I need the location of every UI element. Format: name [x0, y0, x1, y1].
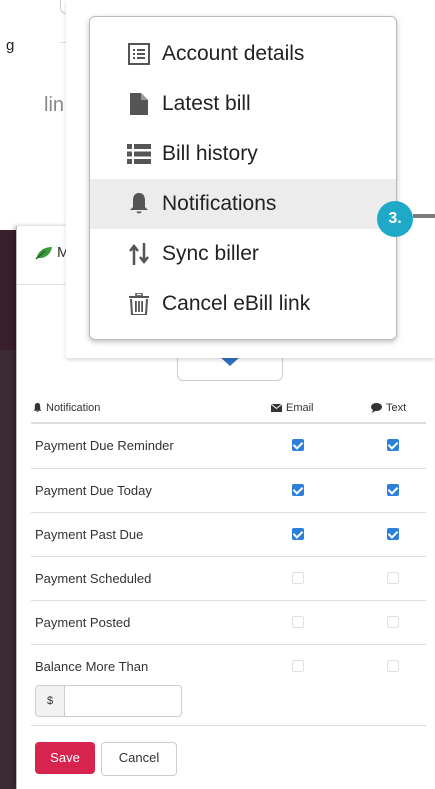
- notification-label: Payment Due Today: [35, 483, 152, 498]
- balance-amount-input[interactable]: [66, 686, 180, 716]
- actions-dropdown-menu: Account details Latest bill Bill history…: [89, 16, 397, 340]
- save-button[interactable]: Save: [35, 742, 95, 774]
- text-checkbox[interactable]: [387, 439, 399, 451]
- text-checkbox[interactable]: [387, 660, 399, 672]
- comment-icon: [371, 403, 382, 413]
- email-checkbox[interactable]: [292, 439, 304, 451]
- notification-label: Payment Scheduled: [35, 571, 152, 586]
- menu-item-label: Bill history: [162, 142, 258, 165]
- email-checkbox[interactable]: [292, 484, 304, 496]
- callout-line: [413, 214, 435, 218]
- document-icon: [122, 92, 156, 116]
- text-checkbox[interactable]: [387, 572, 399, 584]
- table-row: Payment Due Today: [31, 469, 426, 513]
- menu-item-label: Cancel eBill link: [162, 292, 311, 315]
- sort-arrows-icon: [122, 242, 156, 266]
- bell-icon: [122, 192, 156, 216]
- background-text-fragment: g: [6, 37, 15, 54]
- menu-item-label: Account details: [162, 42, 305, 65]
- notification-label: Payment Due Reminder: [35, 438, 174, 453]
- menu-item-account-details[interactable]: Account details: [90, 29, 396, 79]
- envelope-icon: [271, 404, 282, 412]
- table-header: Notification Email Text: [31, 394, 426, 424]
- column-header-notification: Notification: [46, 402, 101, 414]
- menu-item-label: Sync biller: [162, 242, 259, 265]
- menu-item-sync-biller[interactable]: Sync biller: [90, 229, 396, 279]
- list-alt-icon: [122, 42, 156, 66]
- text-checkbox[interactable]: [387, 484, 399, 496]
- table-row: Payment Scheduled: [31, 557, 426, 601]
- table-row: Payment Past Due: [31, 513, 426, 557]
- step-badge: 3.: [377, 201, 413, 237]
- email-checkbox[interactable]: [292, 572, 304, 584]
- email-checkbox[interactable]: [292, 528, 304, 540]
- text-checkbox[interactable]: [387, 528, 399, 540]
- menu-item-cancel-ebill-link[interactable]: Cancel eBill link: [90, 279, 396, 329]
- column-header-email: Email: [286, 402, 314, 414]
- cancel-button[interactable]: Cancel: [101, 742, 177, 776]
- balance-amount-field: $: [35, 685, 182, 717]
- menu-item-latest-bill[interactable]: Latest bill: [90, 79, 396, 129]
- list-icon: [122, 142, 156, 166]
- email-checkbox[interactable]: [292, 616, 304, 628]
- menu-item-label: Latest bill: [162, 92, 251, 115]
- trash-icon: [122, 292, 156, 316]
- currency-prefix: $: [36, 686, 65, 716]
- table-row: Payment Due Reminder: [31, 424, 426, 469]
- background-text-fragment: lin: [44, 94, 65, 116]
- leaf-icon: [35, 247, 52, 260]
- dark-backdrop: [0, 230, 16, 789]
- menu-item-label: Notifications: [162, 192, 277, 215]
- menu-item-bill-history[interactable]: Bill history: [90, 129, 396, 179]
- email-checkbox[interactable]: [292, 660, 304, 672]
- text-checkbox[interactable]: [387, 616, 399, 628]
- table-row: Payment Posted: [31, 601, 426, 645]
- column-header-text: Text: [386, 402, 407, 414]
- notification-label: Payment Past Due: [35, 527, 144, 542]
- notification-label: Payment Posted: [35, 615, 131, 630]
- bell-icon: [33, 403, 42, 413]
- notification-label: Balance More Than: [35, 659, 149, 674]
- menu-item-notifications[interactable]: Notifications: [90, 179, 396, 229]
